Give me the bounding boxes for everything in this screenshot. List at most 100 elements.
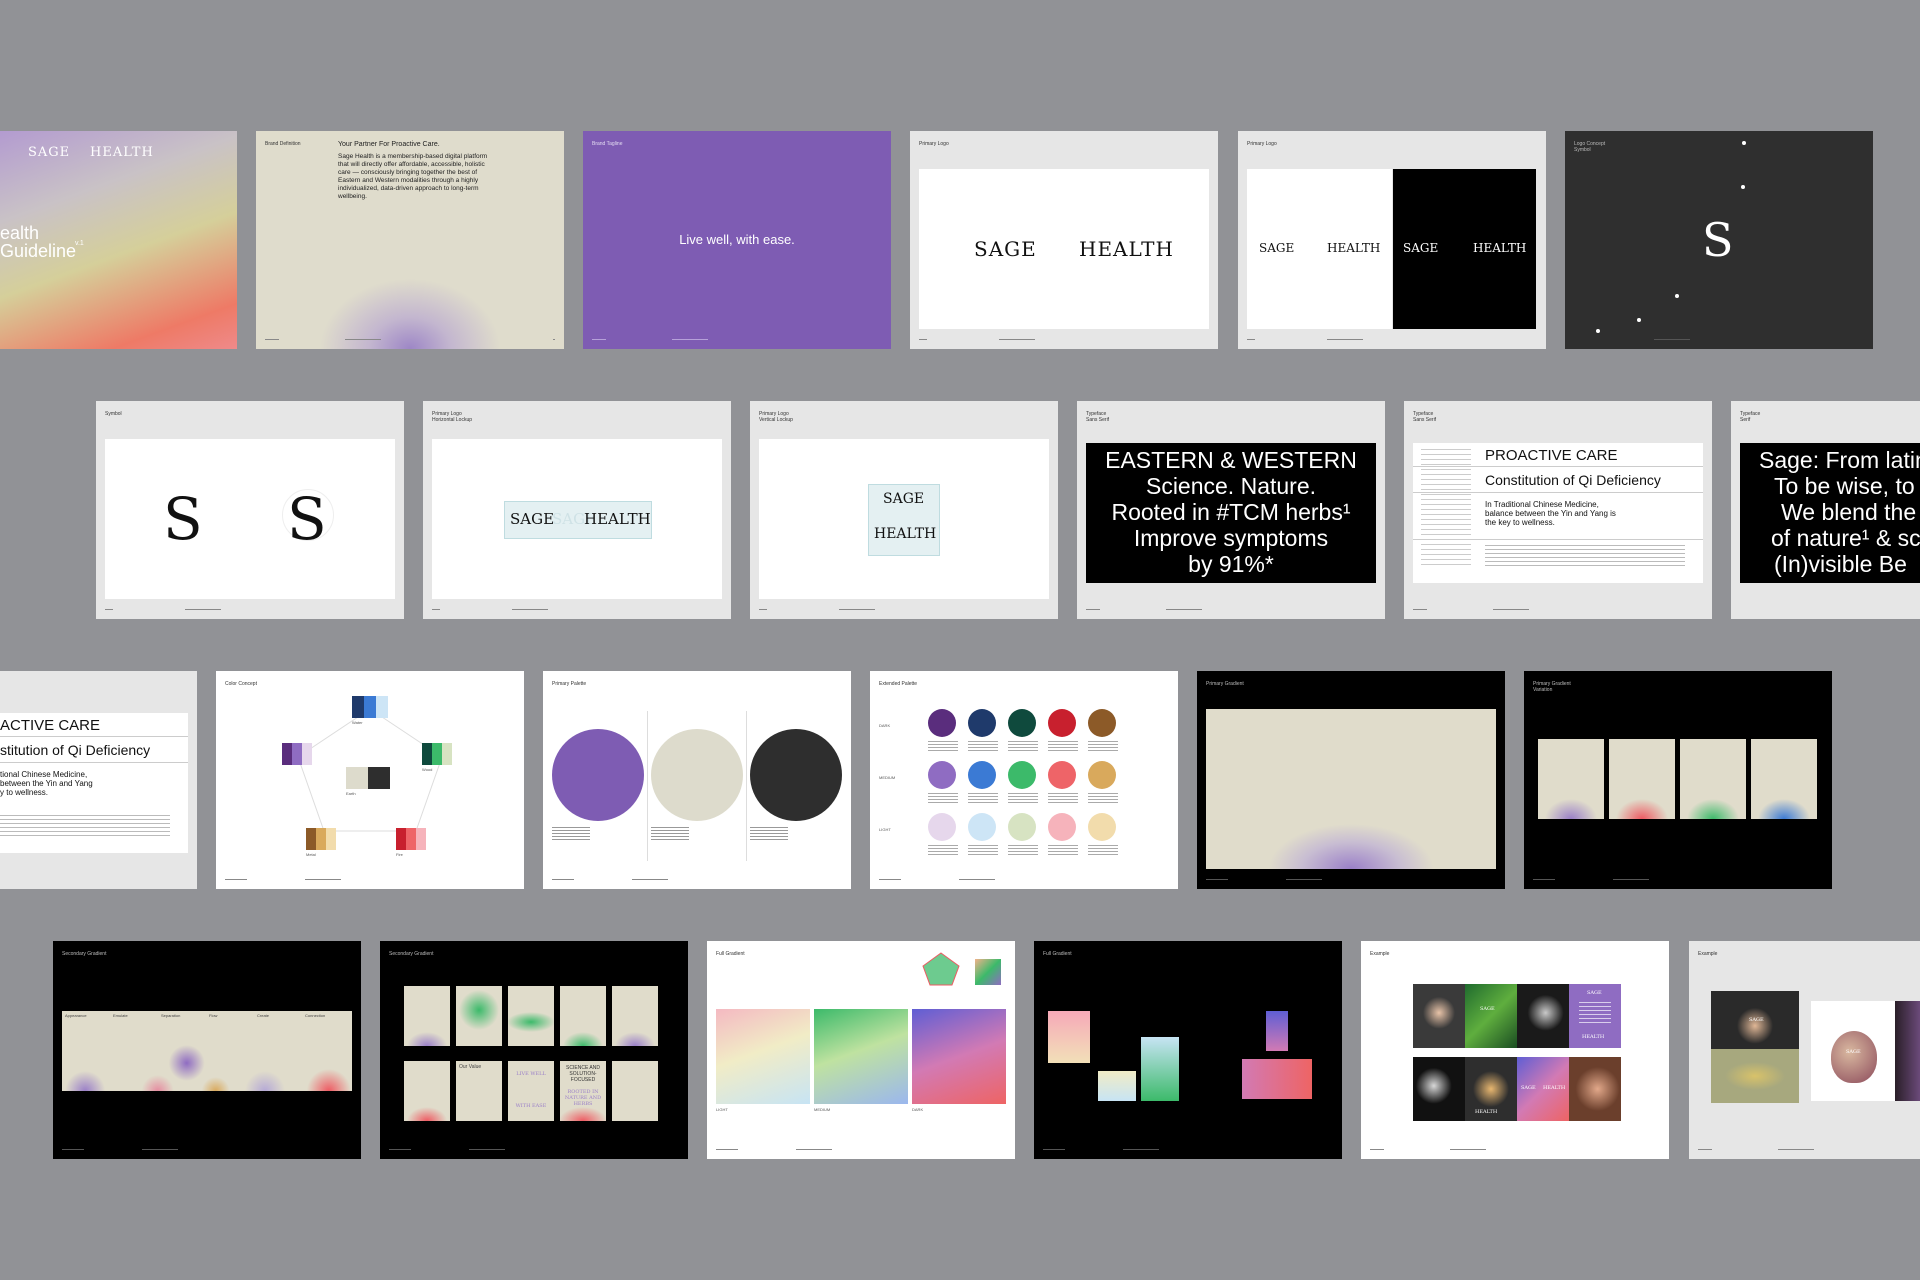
palette-swatch	[1048, 709, 1076, 737]
slide-cover[interactable]: SAGE HEALTH ealth Guideline v.1	[0, 131, 237, 349]
type-headline: PROACTIVE CARE	[1485, 447, 1618, 464]
slide-horizontal-lockup[interactable]: Primary Logo Horizontal Lockup SAGE SAGE…	[423, 401, 731, 619]
slide-brand-definition[interactable]: Brand Definition Your Partner For Proact…	[256, 131, 564, 349]
pentagon-icon	[922, 952, 960, 986]
cover-title: ealth Guideline	[0, 223, 77, 261]
palette-circle-beige	[651, 729, 743, 821]
gradient-card	[508, 986, 554, 1046]
step-label: Separation	[161, 1013, 181, 1018]
text-card	[612, 1061, 658, 1121]
step-label: Flow	[209, 1013, 218, 1018]
lockup-health: HEALTH	[584, 510, 651, 528]
symbol-card: S S	[105, 439, 395, 599]
lockup-health: HEALTH	[874, 526, 937, 542]
slide-footer	[432, 609, 722, 611]
swatch	[306, 828, 316, 850]
slide-primary-palette[interactable]: Primary Palette	[543, 671, 851, 889]
slide-color-concept[interactable]: Color Concept Water Wood Earth Fire Meta…	[216, 671, 524, 889]
type-line: by 91%*	[1188, 551, 1274, 577]
palette-spec	[552, 827, 590, 841]
slide-typeface-serif[interactable]: Typeface Serif Sage: From latin To be wi…	[1731, 401, 1920, 619]
slide-secondary-gradient[interactable]: Secondary Gradient Appearance Emulate Sepa…	[53, 941, 361, 1159]
gradient-swatch	[1242, 1059, 1312, 1099]
type-line: (In)visible Be	[1774, 551, 1907, 577]
slide-tagline[interactable]: Brand Tagline Live well, with ease.	[583, 131, 891, 349]
slide-label: Secondary Gradient	[62, 951, 107, 957]
overlay-sage: SAGE	[1480, 1006, 1495, 1012]
slide-label: Primary Logo Vertical Lockup	[759, 411, 793, 423]
step-label: Emulate	[113, 1013, 128, 1018]
slide-typeface-sans[interactable]: Typeface Sans Serif EASTERN & WESTERN Sc…	[1077, 401, 1385, 619]
fig	[1831, 1031, 1877, 1083]
palette-swatch	[968, 813, 996, 841]
type-rule	[0, 762, 188, 763]
slide-footer	[225, 879, 515, 881]
caption: DARK	[912, 1107, 924, 1112]
palette-swatch-spec	[928, 741, 958, 753]
overlay-health: HEALTH	[1582, 1034, 1605, 1040]
slide-example[interactable]: Example SAGE SAGE HEALTH HEALTH SAGE HEA…	[1361, 941, 1669, 1159]
slide-logo-concept[interactable]: Logo Concept Symbol S	[1565, 131, 1873, 349]
photo-edge	[1895, 1001, 1920, 1101]
slide-symbol[interactable]: Symbol S S	[96, 401, 404, 619]
slide-full-gradient[interactable]: Full Gradient LIGHT MEDIUM DARK	[707, 941, 1015, 1159]
node-label: Wood	[422, 767, 433, 772]
swatch	[326, 828, 336, 850]
slide-primary-logo[interactable]: Primary Logo SAGE HEALTH	[910, 131, 1218, 349]
card-text: ROOTED IN NATURE AND HERBS	[564, 1089, 602, 1107]
slide-label: Primary Palette	[552, 681, 587, 687]
step-label: Appearance	[65, 1013, 87, 1018]
type-card: EASTERN & WESTERN Science. Nature. Roote…	[1086, 443, 1376, 583]
palette-swatch-spec	[1048, 793, 1078, 805]
slide-secondary-gradient-2[interactable]: Secondary Gradient Our Value LIVE WELL W…	[380, 941, 688, 1159]
slide-label: Full Gradient	[1043, 951, 1072, 957]
gradient-swatch	[1098, 1071, 1136, 1101]
slide-footer	[1574, 339, 1864, 341]
swatch	[432, 743, 442, 765]
palette-swatch-spec	[1048, 845, 1078, 857]
slide-example-2[interactable]: Example SAGE SAGE	[1689, 941, 1920, 1159]
photo-face	[1569, 1057, 1621, 1121]
slide-typeface-sans-2[interactable]: Typeface Sans Serif PROACTIVE CARE Const…	[1404, 401, 1712, 619]
palette-swatch-spec	[968, 845, 998, 857]
gradient-thumb	[975, 959, 1001, 985]
slide-primary-gradient-variation[interactable]: Primary Gradient Variation	[1524, 671, 1832, 889]
type-line: Rooted in #TCM herbs¹	[1111, 499, 1351, 525]
photo-fig: SAGE	[1811, 1001, 1895, 1101]
logo-health: HEALTH	[1079, 237, 1174, 261]
palette-swatch	[1088, 709, 1116, 737]
slide-footer	[389, 1149, 679, 1151]
overlay-sage: SAGE	[1846, 1049, 1861, 1055]
palette-circle-purple	[552, 729, 644, 821]
slide-vertical-lockup[interactable]: Primary Logo Vertical Lockup SAGE HEALTH	[750, 401, 1058, 619]
swatch	[292, 743, 302, 765]
slide-extended-palette[interactable]: Extended Palette DARK MEDIUM LIGHT	[870, 671, 1178, 889]
dot	[1596, 329, 1600, 333]
swatch	[396, 828, 406, 850]
overlay-health: HEALTH	[1475, 1109, 1498, 1115]
slide-primary-gradient[interactable]: Primary Gradient	[1197, 671, 1505, 889]
photo-hand	[1517, 984, 1569, 1048]
slide-footer	[919, 339, 1209, 341]
slide-footer	[592, 339, 882, 341]
slide-label: Symbol	[105, 411, 122, 417]
slide-label: Example	[1370, 951, 1390, 957]
logo-sage: SAGE	[1259, 241, 1295, 255]
slide-primary-logo-2[interactable]: Primary Logo SAGE HEALTH SAGE HEALTH	[1238, 131, 1546, 349]
slide-typeface-sans-3[interactable]: ACTIVE CARE stitution of Qi Deficiency t…	[0, 671, 197, 889]
palette-swatch-spec	[928, 793, 958, 805]
text-card: Our Value	[456, 1061, 502, 1121]
logo-sage: SAGE	[1403, 241, 1439, 255]
slide-footer	[1206, 879, 1496, 881]
slide-label: Primary Logo Horizontal Lockup	[432, 411, 473, 423]
photo-color: HEALTH	[1465, 1057, 1517, 1121]
type-specimen-lines	[1485, 545, 1685, 569]
type-body-line: between the Yin and Yang	[0, 779, 93, 788]
palette-divider	[647, 711, 648, 861]
slide-full-gradient-2[interactable]: Full Gradient	[1034, 941, 1342, 1159]
type-sub: Constitution of Qi Deficiency	[1485, 472, 1661, 488]
node-label: Fire	[396, 852, 403, 857]
palette-swatch-spec	[1048, 741, 1078, 753]
logo-card-light: SAGE HEALTH	[1247, 169, 1392, 329]
palette-spec	[651, 827, 689, 841]
